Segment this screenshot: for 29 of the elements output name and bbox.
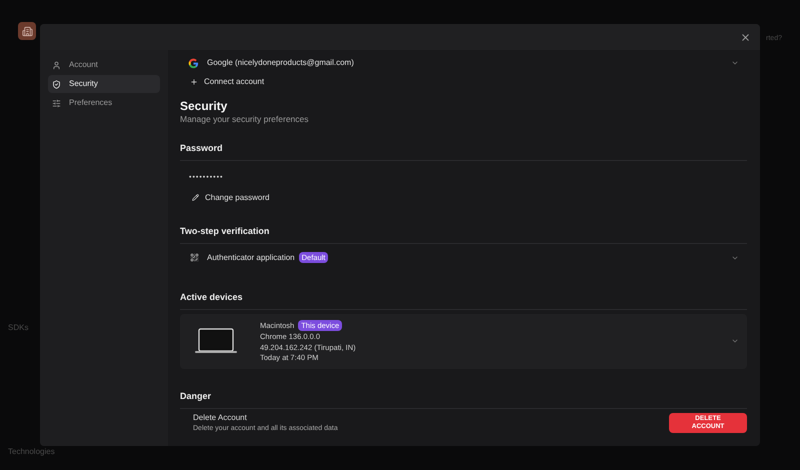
laptop-icon: [195, 328, 237, 354]
section-title: Active devices: [180, 292, 243, 302]
page-subtitle: Manage your security preferences: [180, 114, 310, 125]
authenticator-icon: [190, 253, 199, 262]
method-label: Authenticator application: [207, 252, 295, 263]
sidebar-item[interactable]: Account: [48, 56, 160, 74]
sidebar-item[interactable]: Security: [48, 75, 160, 93]
google-icon: [188, 58, 199, 68]
pencil-icon: [192, 194, 199, 202]
page-title: Security: [180, 100, 228, 112]
sidebar-item[interactable]: Preferences: [48, 94, 160, 112]
shield-icon: [52, 80, 61, 88]
section-title: Two-step verification: [180, 226, 270, 236]
connected-account-row[interactable]: Google (nicelydoneproducts@gmail.com): [180, 56, 747, 70]
chevron-down-icon: [731, 59, 739, 67]
connect-account-button[interactable]: Connect account: [190, 74, 264, 90]
sliders-icon: [52, 98, 61, 108]
building-icon: [22, 26, 32, 37]
background-heading: SDKs: [8, 322, 30, 334]
app-logo[interactable]: [18, 22, 36, 40]
plus-icon: [190, 78, 198, 86]
section-title: Password: [180, 142, 223, 153]
background-heading: Technologies: [8, 446, 55, 458]
section-title: Danger: [180, 390, 212, 401]
close-icon: [740, 32, 750, 42]
account-label: Google (nicelydoneproducts@gmail.com): [207, 58, 355, 68]
user-icon: [52, 60, 61, 70]
change-password-button[interactable]: Change password: [192, 190, 270, 206]
danger-item-title: Delete Account: [193, 412, 248, 423]
